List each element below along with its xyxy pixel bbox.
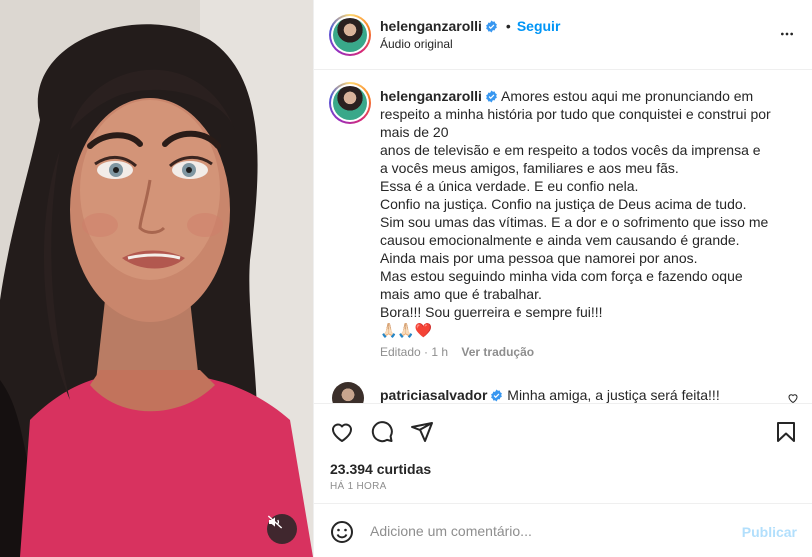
author-avatar[interactable] [329,14,371,56]
more-horizontal-icon[interactable] [779,26,795,42]
caption-line: Confio na justiça. Confio na justiça de … [380,196,747,212]
caption-time: · 1 h [424,345,449,359]
caption-line: Ainda mais por uma pessoa que namorei po… [380,250,698,266]
video-frame-illustration [0,0,313,557]
post-video[interactable] [0,0,313,557]
post-actions: 23.394 curtidas HÁ 1 HORA [314,403,812,503]
caption-line: Bora!!! Sou guerreira e sempre fui!!! [380,304,603,320]
audio-link[interactable]: Áudio original [380,37,453,51]
commenter-username-link[interactable]: patriciasalvador [380,387,487,403]
caption-line: Sim sou umas das vítimas. E a dor e o so… [380,214,769,230]
audio-muted-icon [267,515,283,529]
verified-badge-icon [491,389,503,402]
publish-button[interactable]: Publicar [742,524,797,540]
emoji-icon[interactable] [330,520,354,544]
caption-line: mais amo que é trabalhar. [380,286,542,302]
verified-badge-icon [486,90,497,103]
caption-line: a vocês meus amigos, familiares e aos me… [380,160,679,176]
author-username-link[interactable]: helenganzarolli [380,18,482,34]
separator-dot: • [505,18,511,34]
comment-icon[interactable] [370,420,394,444]
post-caption: helenganzarolli Amores estou aqui me pro… [380,87,795,339]
comment-composer: Publicar [314,503,812,557]
caption-line: causou emocionalmente e ainda vem causan… [380,232,740,248]
see-translation-button[interactable]: Ver tradução [461,345,534,359]
bookmark-icon[interactable] [774,420,798,444]
comments-section[interactable]: helenganzarolli Amores estou aqui me pro… [314,70,812,403]
likes-count[interactable]: 23.394 curtidas [330,461,431,477]
heart-icon[interactable] [330,420,354,444]
comment-input[interactable] [370,518,730,544]
caption-line: anos de televisão e em respeito a todos … [380,142,761,158]
comment-item: patriciasalvador Minha amiga, a justiça … [380,387,720,403]
post-header: helenganzarolli • Seguir Áudio original [314,0,812,70]
post-details-panel: helenganzarolli • Seguir Áudio original … [313,0,812,557]
follow-button[interactable]: Seguir [517,18,561,34]
caption-line: Essa é a única verdade. E eu confio nela… [380,178,639,194]
mute-toggle-button[interactable] [267,514,297,544]
caption-emojis: 🙏🏻🙏🏻❤️ [380,322,433,338]
comment-like-heart-icon[interactable] [787,392,799,403]
caption-author-avatar[interactable] [329,82,371,124]
verified-badge-icon [486,20,497,32]
edited-label: Editado [380,345,421,359]
caption-username-link[interactable]: helenganzarolli [380,88,482,104]
caption-meta: Editado · 1 h Ver tradução [380,345,534,359]
share-icon[interactable] [410,420,434,444]
commenter-avatar[interactable] [332,382,364,403]
caption-line: Mas estou seguindo minha vida com força … [380,268,743,284]
post-timestamp[interactable]: HÁ 1 HORA [330,481,387,492]
comment-text: Minha amiga, a justiça será feita!!! [507,387,720,403]
